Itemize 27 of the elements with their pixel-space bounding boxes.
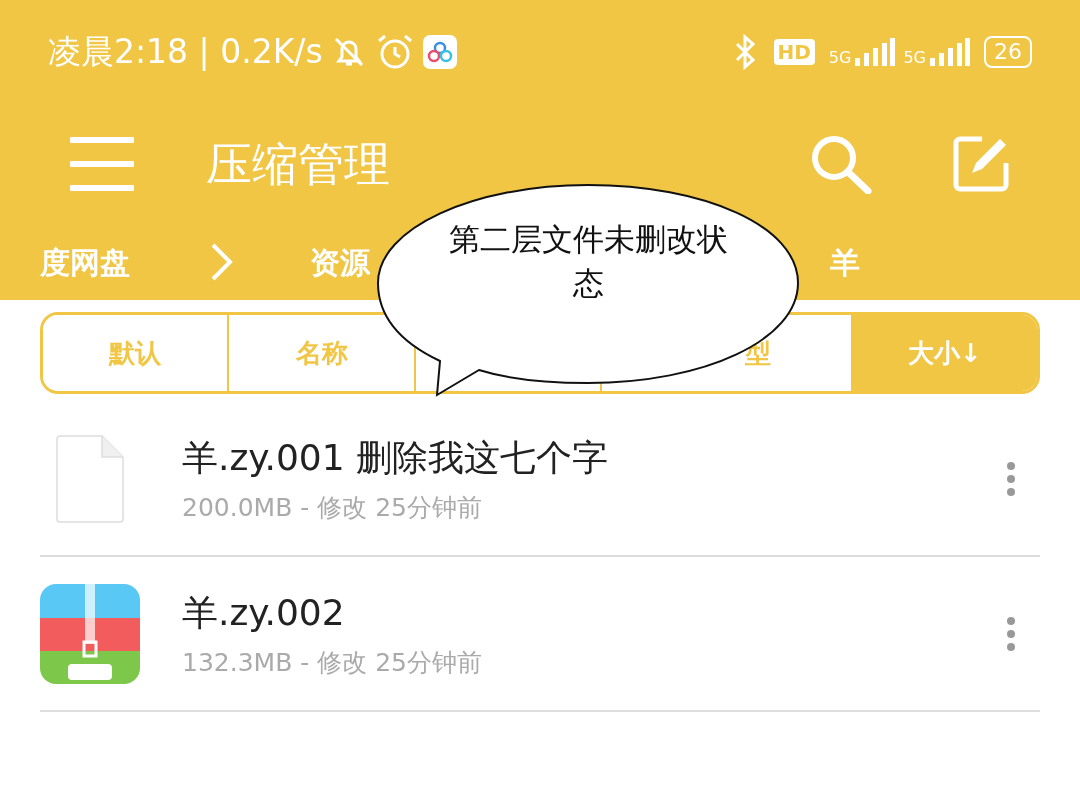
signal-icon	[930, 38, 970, 66]
zip-file-icon	[40, 583, 140, 684]
more-options-icon[interactable]	[1006, 460, 1016, 497]
status-time: 凌晨2:18 | 0.2K/s	[48, 31, 323, 74]
file-name: 羊.zy.001 删除我这七个字	[182, 435, 609, 480]
more-options-icon[interactable]	[1006, 615, 1016, 652]
hd-badge: HD	[773, 39, 815, 65]
file-name: 羊.zy.002	[182, 590, 346, 635]
chevron-right-icon	[210, 242, 234, 282]
sort-tab[interactable]: 大小↓	[852, 315, 1037, 391]
breadcrumb-item[interactable]: 羊	[830, 239, 860, 285]
breadcrumb-item[interactable]: 度网盘	[40, 239, 130, 285]
menu-icon[interactable]	[70, 136, 134, 192]
file-icon	[55, 434, 125, 523]
file-details: 200.0MB - 修改 25分钟前	[182, 491, 483, 524]
sort-tab[interactable]: 默认	[43, 315, 230, 391]
search-icon[interactable]	[810, 134, 872, 194]
breadcrumb-item[interactable]: 资源	[310, 239, 370, 285]
file-details: 132.3MB - 修改 25分钟前	[182, 646, 482, 679]
callout-text: 第二层文件未删改状态	[447, 220, 729, 303]
battery-level: 26	[984, 35, 1032, 69]
cloud-app-icon	[422, 35, 457, 69]
network-label: 5G	[828, 50, 852, 66]
signal-icon	[855, 38, 896, 66]
edit-icon[interactable]	[952, 135, 1010, 193]
network-label: 5G	[903, 50, 926, 66]
toolbar-title: 压缩管理	[206, 135, 390, 193]
